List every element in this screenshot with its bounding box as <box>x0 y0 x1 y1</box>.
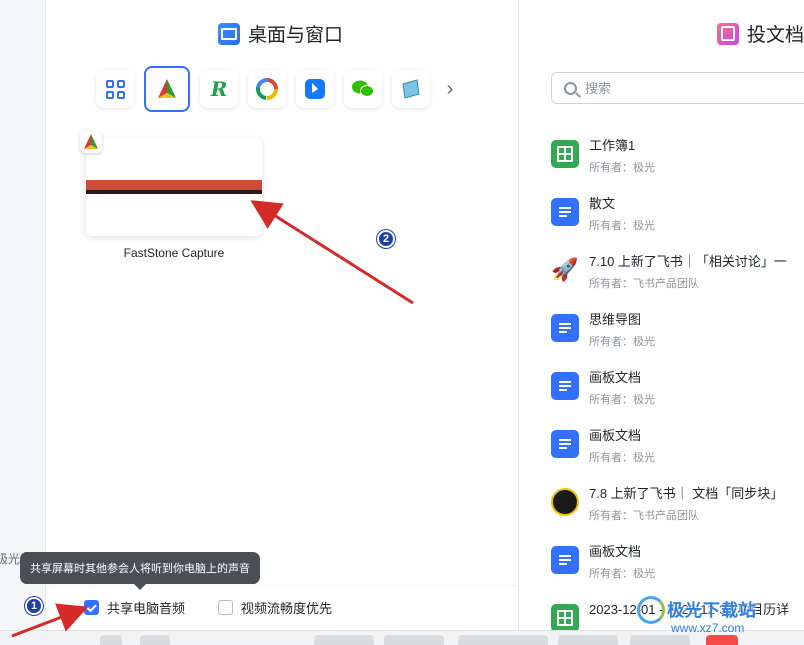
annotation-marker-1: 1 <box>25 597 43 615</box>
doc-title: 画板文档 <box>589 370 642 385</box>
chevron-right-icon[interactable]: › <box>440 78 460 101</box>
share-audio-label: 共享电脑音频 <box>107 601 186 616</box>
leave-meeting-button[interactable] <box>706 635 738 645</box>
doc-owner: 所有者：飞书产品团队 <box>589 278 699 290</box>
desktop-windows-title: 桌面与窗口 <box>218 20 343 47</box>
doc-list-item[interactable]: 思维导图所有者：极光 <box>551 302 804 360</box>
share-audio-option[interactable]: 共享电脑音频 <box>84 598 185 617</box>
doc-owner: 所有者：极光 <box>589 220 655 232</box>
doc-owner: 所有者：飞书产品团队 <box>589 510 699 522</box>
app-blue-arrow-button[interactable] <box>296 70 334 108</box>
doc-list: 工作簿1 所有者：极光 散文 所有者：极光 🚀 7.10 上新了飞书｜「相关讨论」一… <box>551 128 804 630</box>
color-wheel-icon <box>256 78 278 100</box>
document-share-icon <box>717 22 739 45</box>
doc-icon <box>551 314 579 342</box>
doc-icon <box>551 198 579 226</box>
doc-title: 散文 <box>589 196 616 211</box>
sheet-icon <box>551 140 579 168</box>
share-audio-tooltip: 共享屏幕时其他参会人将听到你电脑上的声音 <box>20 552 260 590</box>
toolbar-share-button[interactable] <box>458 635 548 645</box>
doc-list-item[interactable]: 画板文档所有者：极光 <box>551 360 804 418</box>
desktop-windows-panel: 桌面与窗口 R › <box>46 0 518 585</box>
toolbar-button[interactable] <box>558 635 618 645</box>
share-audio-checkbox[interactable] <box>84 600 99 615</box>
thumbnail-dark-bar <box>86 190 262 194</box>
left-side-panel: 极光 (17 <box>0 0 46 645</box>
thumbnail-red-bar <box>86 180 262 190</box>
grid-icon <box>105 79 125 99</box>
video-smooth-label: 视频流畅度优先 <box>241 601 333 616</box>
blue-arrow-app-icon <box>305 79 325 99</box>
faststone-capture-icon <box>156 78 178 100</box>
doc-owner: 所有者：极光 <box>589 336 655 348</box>
toolbar-button[interactable] <box>384 635 444 645</box>
screen-share-dialog: 极光 (17 桌面与窗口 R <box>0 0 804 645</box>
docs-panel: 投文档 工作簿1所有者：极光 散文所有者：极光 🚀 7.10 上新了飞书｜「相关… <box>519 0 804 630</box>
doc-list-item[interactable]: 🚀 7.10 上新了飞书｜「相关讨论」一 所有者：飞书产品团队 <box>551 244 804 302</box>
doc-owner: 所有者：极光 <box>589 162 655 174</box>
annotation-marker-2: 2 <box>377 230 395 248</box>
doc-title: 画板文档 <box>589 428 642 443</box>
app-notebook-button[interactable] <box>392 70 430 108</box>
docs-title-text: 投文档 <box>747 25 804 46</box>
doc-search-box[interactable] <box>551 72 804 104</box>
toolbar-button[interactable] <box>314 635 374 645</box>
doc-list-item[interactable]: 工作簿1 所有者：极光 <box>551 128 804 186</box>
doc-title: 7.10 上新了飞书｜「相关讨论」一 <box>589 254 787 269</box>
app-filter-row: R › <box>96 66 460 112</box>
doc-list-item[interactable]: 7.8 上新了飞书｜ 文档「同步块」 所有者：飞书产品团队 <box>551 476 804 534</box>
doc-owner: 所有者：极光 <box>589 452 655 464</box>
r-app-icon: R <box>210 77 228 101</box>
doc-list-item[interactable]: 散文所有者：极光 <box>551 186 804 244</box>
desktop-windows-title-text: 桌面与窗口 <box>248 25 344 46</box>
app-faststone-button[interactable] <box>144 66 190 112</box>
watermark-main-text: 极光下载站 <box>667 601 757 620</box>
wechat-icon <box>352 80 374 97</box>
rocket-icon: 🚀 <box>551 257 579 282</box>
doc-owner: 所有者：极光 <box>589 568 655 580</box>
doc-title: 画板文档 <box>589 544 642 559</box>
app-wechat-button[interactable] <box>344 70 382 108</box>
doc-search-input[interactable] <box>585 80 785 96</box>
search-icon <box>564 81 577 95</box>
toolbar-button[interactable] <box>140 635 170 645</box>
watermark-logo-icon <box>637 596 665 624</box>
notebook-icon <box>402 79 420 99</box>
bat-logo-icon <box>551 488 579 516</box>
doc-title: 工作簿1 <box>589 138 636 153</box>
site-watermark: 极光下载站 www.xz7.com <box>637 596 757 635</box>
doc-title: 7.8 上新了飞书｜ 文档「同步块」 <box>589 486 784 501</box>
app-color-wheel-button[interactable] <box>248 70 286 108</box>
doc-icon <box>551 372 579 400</box>
toolbar-button[interactable] <box>100 635 122 645</box>
video-smooth-checkbox[interactable] <box>218 600 233 615</box>
sheet-icon <box>551 604 579 630</box>
share-options-bar: 共享电脑音频 视频流畅度优先 <box>46 585 518 630</box>
watermark-url: www.xz7.com <box>671 621 745 635</box>
faststone-badge-icon <box>80 131 102 153</box>
doc-list-item[interactable]: 画板文档所有者：极光 <box>551 534 804 592</box>
doc-title: 思维导图 <box>589 312 642 327</box>
app-r-button[interactable]: R <box>200 70 238 108</box>
doc-icon <box>551 430 579 458</box>
doc-icon <box>551 546 579 574</box>
doc-owner: 所有者：极光 <box>589 394 655 406</box>
window-thumbnail-faststone[interactable] <box>86 138 262 236</box>
monitor-icon <box>218 22 240 45</box>
video-smooth-option[interactable]: 视频流畅度优先 <box>218 598 332 617</box>
window-thumbnail-label: FastStone Capture <box>123 246 225 260</box>
app-all-button[interactable] <box>96 70 134 108</box>
doc-list-item[interactable]: 画板文档所有者：极光 <box>551 418 804 476</box>
toolbar-button[interactable] <box>630 635 690 645</box>
docs-title: 投文档 <box>717 20 804 47</box>
